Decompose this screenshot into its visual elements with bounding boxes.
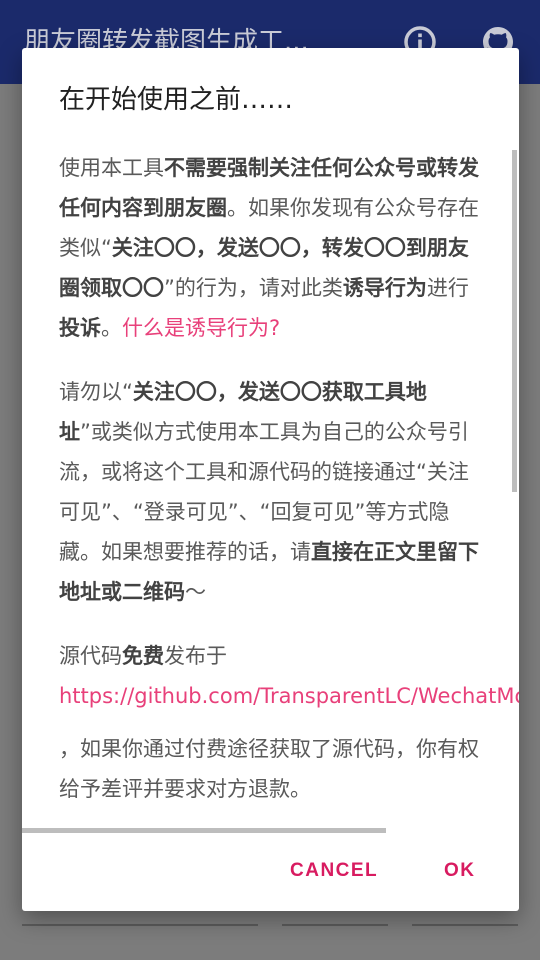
vertical-scrollbar[interactable] — [512, 150, 517, 492]
emphasis-text: 投诉 — [59, 316, 101, 340]
background-divider — [22, 924, 258, 926]
dialog-body[interactable]: 使用本工具不需要强制关注任何公众号或转发任何内容到朋友圈。如果你发现有公众号存在… — [59, 148, 519, 828]
text: 发布于 — [164, 644, 227, 668]
text: 进行 — [426, 276, 469, 300]
paragraph-no-forced-follow: 使用本工具不需要强制关注任何公众号或转发任何内容到朋友圈。如果你发现有公众号存在… — [59, 148, 479, 348]
what-is-inducement-link[interactable]: 什么是诱导行为? — [122, 316, 280, 340]
github-repo-link[interactable]: https://github.com/TransparentLC/WechatM… — [59, 676, 519, 716]
dialog-title: 在开始使用之前…… — [59, 85, 294, 115]
text: ”的行为，请对此类 — [164, 276, 343, 300]
ok-button[interactable]: OK — [444, 851, 476, 891]
text: ～ — [185, 580, 206, 604]
text: 源代码 — [59, 644, 122, 668]
cancel-button[interactable]: CANCEL — [290, 851, 378, 891]
background-divider — [412, 924, 518, 926]
background-divider — [282, 924, 388, 926]
text: ，如果你通过付费途径获取了源代码，你有权给予差评并要求对方退款。 — [59, 737, 479, 801]
paragraph-no-traffic-diversion: 请勿以“关注〇〇，发送〇〇获取工具地址”或类似方式使用本工具为自己的公众号引流，… — [59, 372, 479, 612]
text: 使用本工具 — [59, 156, 164, 180]
horizontal-scrollbar[interactable] — [22, 828, 386, 833]
emphasis-text: 诱导行为 — [342, 276, 427, 300]
notice-dialog: 在开始使用之前…… 使用本工具不需要强制关注任何公众号或转发任何内容到朋友圈。如… — [22, 48, 519, 911]
text: 请勿以“ — [59, 380, 133, 404]
paragraph-source-code: 源代码免费发布于 https://github.com/TransparentLC… — [59, 636, 519, 809]
emphasis-text: 免费 — [122, 644, 164, 668]
text: 。 — [101, 316, 122, 340]
